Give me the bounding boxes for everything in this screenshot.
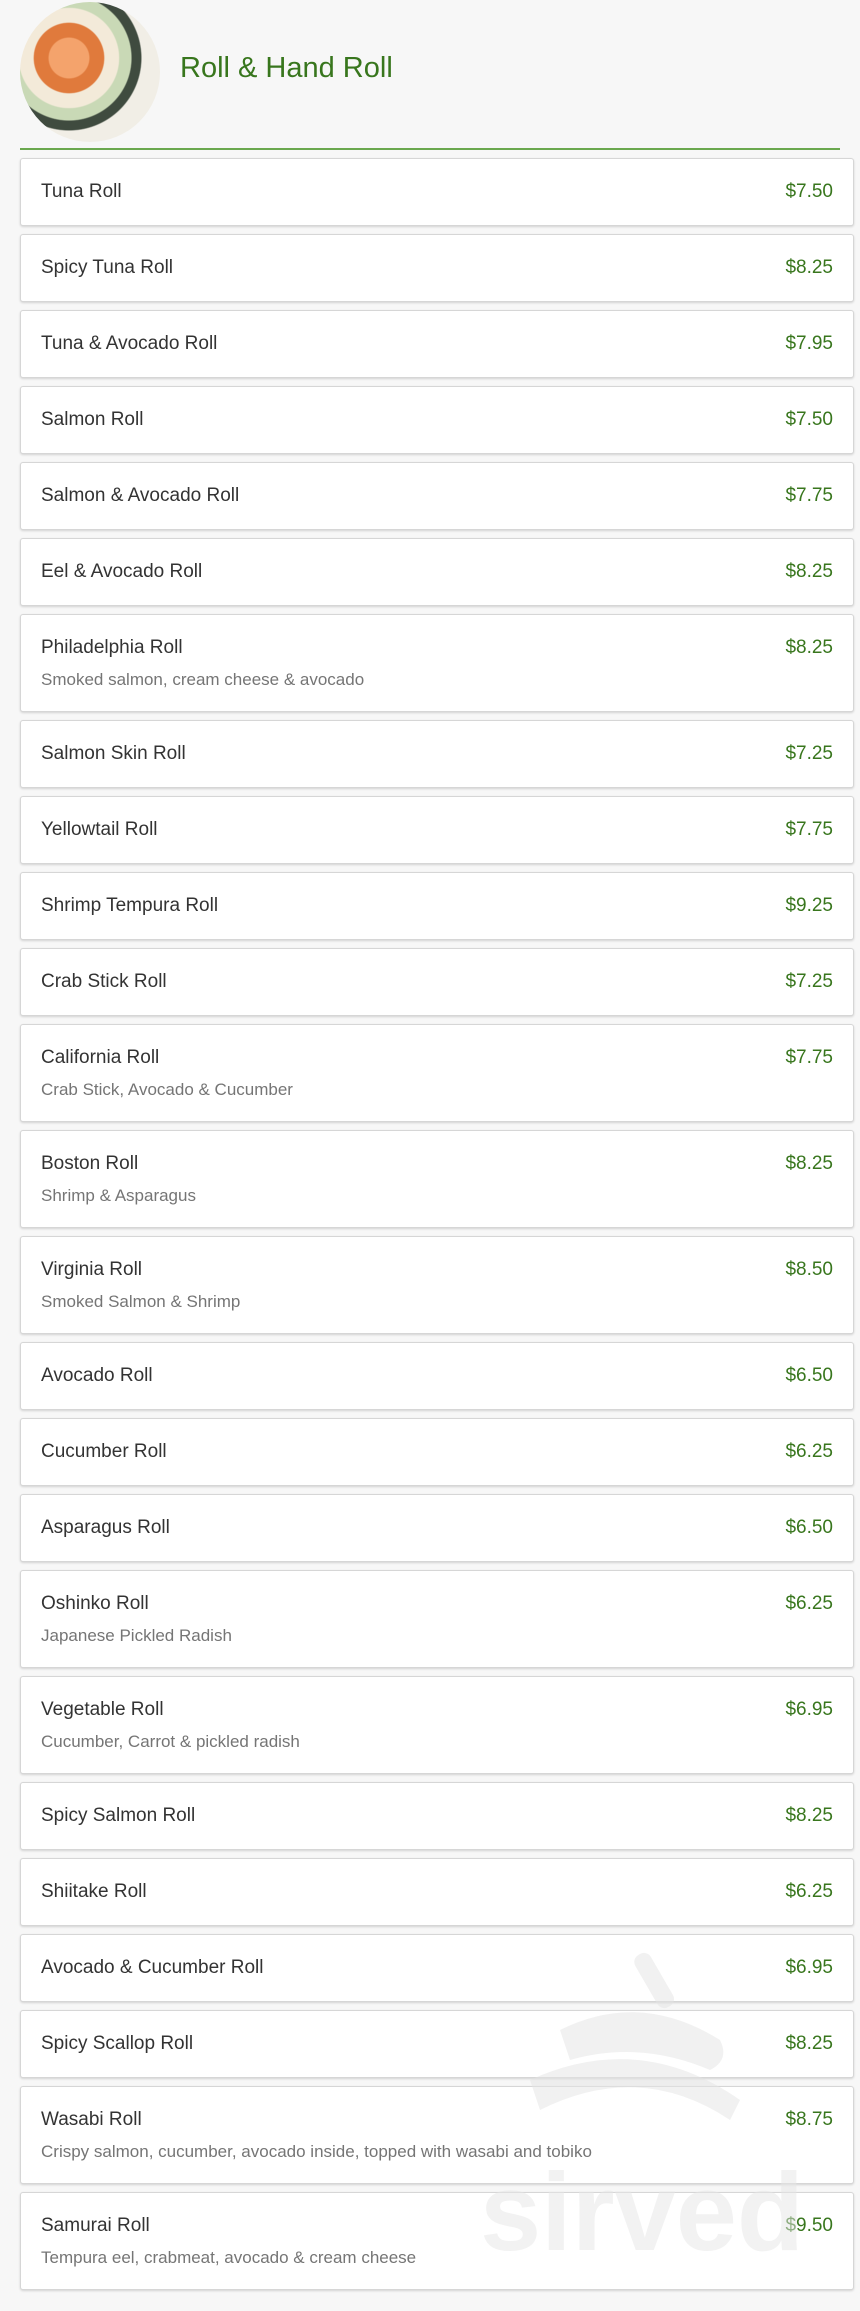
menu-item[interactable]: Shrimp Tempura Roll $9.25 — [20, 872, 854, 940]
menu-item-name: Tuna & Avocado Roll — [41, 333, 218, 354]
menu-item-price: $6.95 — [785, 1957, 833, 1978]
menu-item[interactable]: Eel & Avocado Roll $8.25 — [20, 538, 854, 606]
menu-item-price: $6.25 — [785, 1593, 833, 1614]
menu-item-price: $8.75 — [785, 2109, 833, 2130]
menu-item[interactable]: Wasabi Roll $8.75 Crispy salmon, cucumber,… — [20, 2086, 854, 2184]
menu-item-price: $8.25 — [785, 637, 833, 658]
menu-item-description: Shrimp & Asparagus — [41, 1186, 196, 1205]
menu-item-name: Shiitake Roll — [41, 1881, 147, 1902]
menu-item[interactable]: Yellowtail Roll $7.75 — [20, 796, 854, 864]
menu-item[interactable]: Spicy Salmon Roll $8.25 — [20, 1782, 854, 1850]
menu-item-price: $6.25 — [785, 1441, 833, 1462]
menu-item-price: $8.25 — [785, 1153, 833, 1174]
menu-item-name: Asparagus Roll — [41, 1517, 170, 1538]
menu-item-price: $7.75 — [785, 819, 833, 840]
menu-item-name: Spicy Scallop Roll — [41, 2033, 194, 2054]
menu-item-price: $7.25 — [785, 971, 833, 992]
menu-item-price: $6.50 — [785, 1517, 833, 1538]
menu-item[interactable]: Salmon Skin Roll $7.25 — [20, 720, 854, 788]
menu-item[interactable]: Samurai Roll $9.50 Tempura eel, crabmeat, … — [20, 2192, 854, 2290]
menu-item-price: $8.25 — [785, 1805, 833, 1826]
menu-item-price: $9.25 — [785, 895, 833, 916]
menu-item-price: $7.95 — [785, 333, 833, 354]
menu-item[interactable]: Cucumber Roll $6.25 — [20, 1418, 854, 1486]
menu-item[interactable]: Spicy Scallop Roll $8.25 — [20, 2010, 854, 2078]
menu-item-price: $7.50 — [785, 181, 833, 202]
menu-section-header: Roll & Hand Roll — [20, 0, 840, 150]
menu-item-name: Salmon Skin Roll — [41, 743, 186, 764]
menu-item-name: California Roll — [41, 1047, 160, 1068]
menu-item-name: Virginia Roll — [41, 1259, 143, 1280]
menu-item[interactable]: Tuna & Avocado Roll $7.95 — [20, 310, 854, 378]
menu-item[interactable]: Salmon & Avocado Roll $7.75 — [20, 462, 854, 530]
menu-item-price: $8.25 — [785, 2033, 833, 2054]
menu-item[interactable]: Avocado Roll $6.50 — [20, 1342, 854, 1410]
menu-item-name: Crab Stick Roll — [41, 971, 167, 992]
menu-item-price: $9.50 — [785, 2215, 833, 2236]
menu-item-price: $7.25 — [785, 743, 833, 764]
menu-item-description: Crab Stick, Avocado & Cucumber — [41, 1080, 293, 1099]
menu-item-price: $7.75 — [785, 1047, 833, 1068]
menu-item[interactable]: Spicy Tuna Roll $8.25 — [20, 234, 854, 302]
menu-item[interactable]: Asparagus Roll $6.50 — [20, 1494, 854, 1562]
menu-item-name: Avocado & Cucumber Roll — [41, 1957, 264, 1978]
menu-item[interactable]: Oshinko Roll $6.25 Japanese Pickled Radish — [20, 1570, 854, 1668]
menu-item-name: Samurai Roll — [41, 2215, 150, 2236]
menu-item[interactable]: Vegetable Roll $6.95 Cucumber, Carrot & pi… — [20, 1676, 854, 1774]
menu-item-description: Smoked salmon, cream cheese & avocado — [41, 670, 365, 689]
menu-item-name: Shrimp Tempura Roll — [41, 895, 219, 916]
menu-item-name: Yellowtail Roll — [41, 819, 158, 840]
menu-item-price: $7.75 — [785, 485, 833, 506]
menu-item[interactable]: Avocado & Cucumber Roll $6.95 — [20, 1934, 854, 2002]
menu-item[interactable]: Philadelphia Roll $8.25 Smoked salmon, cre… — [20, 614, 854, 712]
menu-item-price: $6.95 — [785, 1699, 833, 1720]
section-title: Roll & Hand Roll — [180, 52, 393, 84]
menu-item-description: Smoked Salmon & Shrimp — [41, 1292, 241, 1311]
menu-item[interactable]: Tuna Roll $7.50 — [20, 158, 854, 226]
menu-item-description: Cucumber, Carrot & pickled radish — [41, 1732, 300, 1751]
menu-item[interactable]: Crab Stick Roll $7.25 — [20, 948, 854, 1016]
menu-item[interactable]: Shiitake Roll $6.25 — [20, 1858, 854, 1926]
menu-item-name: Tuna Roll — [41, 181, 122, 202]
menu-item-name: Eel & Avocado Roll — [41, 561, 203, 582]
sushi-roll-image — [20, 2, 160, 142]
menu-item[interactable]: Salmon Roll $7.50 — [20, 386, 854, 454]
menu-item-description: Crispy salmon, cucumber, avocado inside,… — [41, 2142, 592, 2161]
menu-item-price: $6.25 — [785, 1881, 833, 1902]
menu-item-price: $8.50 — [785, 1259, 833, 1280]
menu-item[interactable]: Boston Roll $8.25 Shrimp & Asparagus — [20, 1130, 854, 1228]
menu-item-price: $8.25 — [785, 257, 833, 278]
menu-item-price: $7.50 — [785, 409, 833, 430]
menu-item-description: Japanese Pickled Radish — [41, 1626, 232, 1645]
menu-item-description: Tempura eel, crabmeat, avocado & cream c… — [41, 2248, 417, 2267]
menu-item-name: Vegetable Roll — [41, 1699, 164, 1720]
menu-item[interactable]: Virginia Roll $8.50 Smoked Salmon & Shrimp — [20, 1236, 854, 1334]
menu-item-name: Spicy Tuna Roll — [41, 257, 174, 278]
menu-item-name: Salmon & Avocado Roll — [41, 485, 240, 506]
menu-item-name: Boston Roll — [41, 1153, 139, 1174]
menu-item[interactable]: California Roll $7.75 Crab Stick, Avocado … — [20, 1024, 854, 1122]
menu-item-name: Philadelphia Roll — [41, 637, 183, 658]
menu-item-name: Spicy Salmon Roll — [41, 1805, 196, 1826]
menu-item-price: $8.25 — [785, 561, 833, 582]
menu-item-name: Wasabi Roll — [41, 2109, 142, 2130]
menu-item-name: Cucumber Roll — [41, 1441, 167, 1462]
menu-item-name: Oshinko Roll — [41, 1593, 149, 1614]
menu-item-name: Avocado Roll — [41, 1365, 153, 1386]
menu-item-price: $6.50 — [785, 1365, 833, 1386]
menu-item-name: Salmon Roll — [41, 409, 144, 430]
